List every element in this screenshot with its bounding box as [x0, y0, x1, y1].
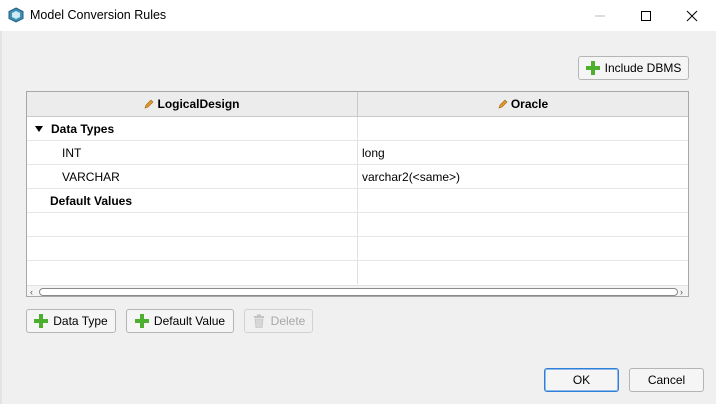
close-icon [686, 10, 698, 22]
scroll-left-icon[interactable]: ‹ [30, 288, 33, 297]
include-dbms-button[interactable]: Include DBMS [578, 56, 689, 80]
row-value-cell[interactable]: varchar2(<same>) [362, 165, 460, 188]
window-title: Model Conversion Rules [30, 8, 167, 22]
empty-cell [27, 261, 358, 284]
minimize-button[interactable] [577, 0, 623, 31]
ok-label: OK [572, 373, 591, 387]
conversion-rules-table: LogicalDesign Oracle Data Types INT long… [26, 91, 689, 297]
column-header-target-label: Oracle [510, 97, 549, 111]
pencil-icon [498, 99, 508, 109]
window-edge [0, 31, 2, 404]
empty-cell [27, 237, 358, 260]
add-default-value-button[interactable]: Default Value [126, 309, 234, 333]
row-value-cell[interactable]: long [362, 141, 385, 164]
scrollbar-thumb[interactable] [39, 288, 678, 296]
row-label-cell: Default Values [27, 189, 358, 212]
column-header-target[interactable]: Oracle [358, 92, 688, 116]
empty-row [27, 237, 688, 261]
plus-icon [134, 314, 149, 328]
empty-row [27, 213, 688, 237]
column-header-source-label: LogicalDesign [157, 97, 240, 111]
add-data-type-button[interactable]: Data Type [26, 309, 116, 333]
plus-icon [585, 61, 600, 75]
cancel-button[interactable]: Cancel [629, 368, 704, 392]
row-label-cell: Data Types [27, 117, 358, 140]
pencil-icon [145, 99, 154, 109]
plus-icon [34, 314, 49, 328]
row-label: INT [62, 145, 82, 160]
title-bar: Model Conversion Rules [0, 0, 716, 31]
close-button[interactable] [669, 0, 715, 31]
app-icon [8, 7, 24, 23]
include-dbms-label: Include DBMS [604, 61, 682, 75]
group-label: Data Types [51, 121, 115, 136]
group-label: Default Values [50, 193, 133, 208]
scroll-right-icon[interactable]: › [680, 288, 683, 297]
row-label-cell: VARCHAR [27, 165, 358, 188]
delete-button[interactable]: Delete [244, 309, 313, 333]
table-row[interactable]: Data Types [27, 117, 688, 141]
maximize-icon [641, 11, 651, 21]
empty-row [27, 261, 688, 284]
data-type-label: Data Type [53, 314, 108, 328]
table-row[interactable]: INT long [27, 141, 688, 165]
empty-cell [27, 213, 358, 236]
row-label-cell: INT [27, 141, 358, 164]
minimize-icon [595, 15, 605, 17]
cancel-label: Cancel [647, 373, 686, 387]
table-header: LogicalDesign Oracle [27, 92, 688, 117]
table-row[interactable]: Default Values [27, 189, 688, 213]
delete-label: Delete [270, 314, 306, 328]
ok-button[interactable]: OK [544, 368, 619, 392]
expand-triangle-icon[interactable] [35, 125, 43, 132]
maximize-button[interactable] [623, 0, 669, 31]
column-header-source[interactable]: LogicalDesign [27, 92, 358, 116]
row-label: VARCHAR [62, 169, 120, 184]
horizontal-scrollbar[interactable]: ‹ › [27, 285, 688, 297]
trash-icon [253, 314, 264, 328]
table-row[interactable]: VARCHAR varchar2(<same>) [27, 165, 688, 189]
default-value-label: Default Value [153, 314, 226, 328]
